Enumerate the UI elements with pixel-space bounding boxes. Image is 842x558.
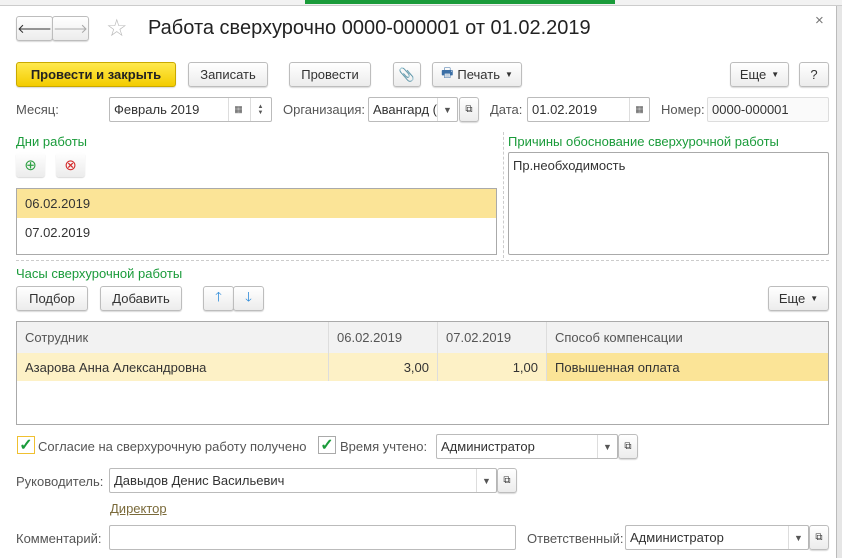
move-down-button[interactable]: 🡓	[233, 286, 264, 311]
time-accounted-label: Время учтено:	[340, 439, 428, 454]
organization-label: Организация:	[283, 102, 366, 117]
organization-value: Авангард (	[373, 102, 437, 117]
window-border	[836, 6, 842, 558]
open-organization-button[interactable]: ⧉	[459, 97, 479, 122]
table-more-button[interactable]: Еще ▼	[768, 286, 829, 311]
add-button[interactable]: Добавить	[100, 286, 182, 311]
comment-label: Комментарий:	[16, 531, 102, 546]
hours-table[interactable]: Сотрудник 06.02.2019 07.02.2019 Способ к…	[16, 321, 829, 425]
back-button[interactable]: 🡐	[16, 16, 53, 41]
manager-position-link[interactable]: Директор	[110, 501, 167, 516]
table-cell[interactable]: 1,00	[438, 353, 547, 381]
column-header[interactable]: 06.02.2019	[329, 322, 438, 353]
list-item[interactable]: 07.02.2019	[17, 218, 496, 247]
open-button[interactable]: ⧉	[497, 468, 517, 493]
month-field[interactable]: Февраль 2019 ▦ ▲ ▼	[109, 97, 272, 122]
responsible-field[interactable]: Администратор ▼	[625, 525, 809, 550]
month-label: Месяц:	[16, 102, 59, 117]
divider	[16, 260, 829, 261]
list-item[interactable]: 06.02.2019	[17, 189, 496, 218]
paperclip-icon: 📎	[398, 66, 416, 82]
printer-icon: 🖶	[441, 64, 454, 80]
more-label: Еще	[778, 291, 806, 306]
help-button[interactable]: ?	[799, 62, 829, 87]
delete-circle-icon: ⊗	[64, 156, 77, 174]
date-field[interactable]: 01.02.2019 ▦	[527, 97, 650, 122]
add-day-button[interactable]: ⊕	[16, 152, 45, 177]
dropdown-icon: ▼	[771, 70, 780, 79]
more-button[interactable]: Еще ▼	[730, 62, 789, 87]
column-header[interactable]: Способ компенсации	[547, 322, 828, 353]
open-button[interactable]: ⧉	[809, 525, 829, 550]
manager-label: Руководитель:	[16, 474, 104, 489]
table-cell[interactable]: Азарова Анна Александровна	[17, 353, 329, 381]
reasons-label: Причины обоснование сверхурочной работы	[508, 134, 779, 149]
page-title: Работа сверхурочно 0000-000001 от 01.02.…	[148, 17, 591, 39]
post-and-close-button[interactable]: Провести и закрыть	[16, 62, 176, 87]
days-section-label: Дни работы	[16, 134, 88, 149]
close-icon[interactable]: ×	[815, 12, 824, 29]
dropdown-icon[interactable]: ▼	[788, 526, 808, 549]
column-header[interactable]: 07.02.2019	[438, 322, 547, 353]
open-icon: ⧉	[815, 532, 823, 543]
print-label: Печать	[457, 67, 500, 82]
more-label: Еще	[739, 67, 767, 82]
date-value: 01.02.2019	[532, 102, 598, 117]
manager-value: Давыдов Денис Васильевич	[114, 473, 285, 488]
number-field[interactable]: 0000-000001	[707, 97, 829, 122]
calendar-icon[interactable]: ▦	[629, 98, 649, 121]
table-cell[interactable]: 3,00	[329, 353, 438, 381]
consent-checkbox[interactable]: ✓	[17, 436, 35, 454]
save-button[interactable]: Записать	[188, 62, 268, 87]
month-value: Февраль 2019	[114, 102, 200, 117]
days-list[interactable]: 06.02.2019 07.02.2019	[16, 188, 497, 255]
open-icon: ⧉	[624, 441, 632, 452]
open-icon: ⧉	[465, 104, 473, 115]
plus-circle-icon: ⊕	[24, 156, 37, 174]
reasons-textarea[interactable]: Пр.необходимость	[508, 152, 829, 255]
number-label: Номер:	[661, 102, 705, 117]
dropdown-icon[interactable]: ▼	[597, 435, 617, 458]
print-button[interactable]: 🖶 Печать ▼	[432, 62, 522, 87]
arrow-right-icon: 🡒	[53, 20, 88, 36]
active-tab-indicator	[305, 0, 615, 4]
delete-day-button[interactable]: ⊗	[56, 152, 85, 177]
manager-field[interactable]: Давыдов Денис Васильевич ▼	[109, 468, 497, 493]
time-accounted-field[interactable]: Администратор ▼	[436, 434, 618, 459]
comment-field[interactable]	[109, 525, 516, 550]
date-label: Дата:	[490, 102, 523, 117]
responsible-value: Администратор	[630, 530, 724, 545]
dropdown-icon: ▼	[504, 70, 513, 79]
attach-button[interactable]: 📎	[393, 62, 421, 87]
favorite-star-icon[interactable]: ☆	[106, 14, 128, 43]
arrow-left-icon: 🡐	[17, 20, 52, 36]
spin-icon[interactable]: ▲ ▼	[250, 98, 270, 121]
consent-label: Согласие на сверхурочную работу получено	[38, 439, 307, 454]
forward-button[interactable]: 🡒	[52, 16, 89, 41]
arrow-up-icon: 🡑	[215, 288, 222, 304]
hours-section-label: Часы сверхурочной работы	[16, 266, 183, 281]
dropdown-icon[interactable]: ▼	[437, 98, 457, 121]
organization-field[interactable]: Авангард ( ▼	[368, 97, 458, 122]
open-button[interactable]: ⧉	[618, 434, 638, 459]
divider	[503, 132, 504, 258]
dropdown-icon: ▼	[810, 294, 819, 303]
time-accounted-checkbox[interactable]: ✓	[318, 436, 336, 454]
arrow-down-icon: 🡓	[245, 288, 252, 304]
open-icon: ⧉	[503, 475, 511, 486]
responsible-label: Ответственный:	[527, 531, 624, 546]
dropdown-icon[interactable]: ▼	[476, 469, 496, 492]
column-header[interactable]: Сотрудник	[17, 322, 329, 353]
calendar-icon[interactable]: ▦	[228, 98, 248, 121]
time-accounted-value: Администратор	[441, 439, 535, 454]
post-button[interactable]: Провести	[289, 62, 371, 87]
move-up-button[interactable]: 🡑	[203, 286, 234, 311]
table-cell[interactable]: Повышенная оплата	[547, 353, 828, 381]
pick-button[interactable]: Подбор	[16, 286, 88, 311]
